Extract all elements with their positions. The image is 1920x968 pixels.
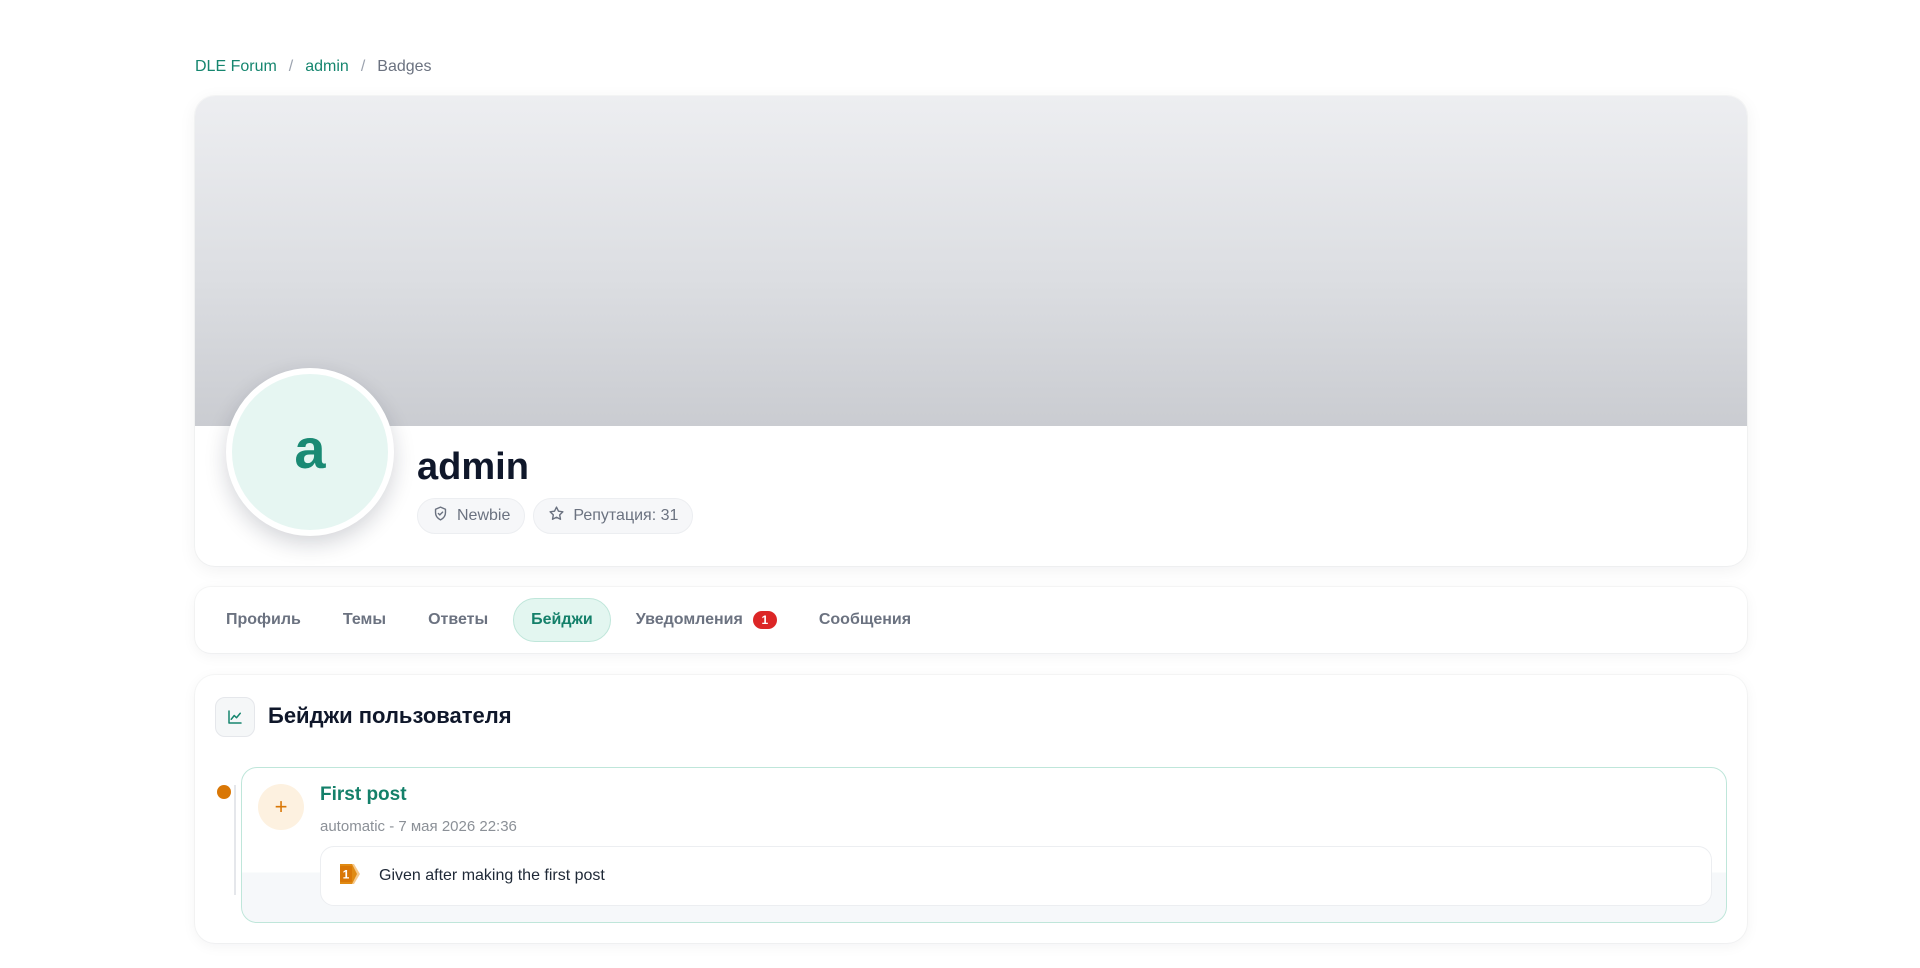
reputation-chip: Репутация: 31 <box>533 498 694 534</box>
avatar[interactable]: a <box>226 368 394 536</box>
tab-label: Темы <box>342 611 387 628</box>
breadcrumb-separator: / <box>360 58 366 75</box>
username: admin <box>417 446 529 488</box>
rank-label: Newbie <box>457 507 511 524</box>
profile-tabs: Профиль Темы Ответы Бейджи Уведомления 1… <box>195 587 1747 653</box>
breadcrumb-current: Badges <box>377 58 432 75</box>
tab-badges[interactable]: Бейджи <box>513 598 611 642</box>
timeline-line <box>234 785 236 895</box>
badge-meta: automatic - 7 мая 2026 22:36 <box>320 818 517 835</box>
profile-card: a admin Newbie Репутация: 31 <box>195 96 1747 566</box>
tab-label: Профиль <box>226 611 301 628</box>
section-title: Бейджи пользователя <box>268 703 512 728</box>
tab-label: Уведомления <box>635 611 743 628</box>
profile-chips: Newbie Репутация: 31 <box>417 498 694 534</box>
rank-chip: Newbie <box>417 498 526 534</box>
tab-replies[interactable]: Ответы <box>411 598 505 642</box>
profile-cover <box>195 96 1747 426</box>
badges-section: Бейджи пользователя + First post automat… <box>195 675 1747 943</box>
tab-label: Бейджи <box>531 611 593 628</box>
breadcrumb: DLE Forum / admin / Badges <box>195 58 432 76</box>
numbered-badge-icon: 1 <box>337 861 363 892</box>
badge-icon-number: 1 <box>343 867 350 881</box>
star-icon <box>548 505 565 527</box>
tab-label: Сообщения <box>818 611 912 628</box>
tab-topics[interactable]: Темы <box>326 598 403 642</box>
badge-description: Given after making the first post <box>379 867 605 884</box>
reputation-label: Репутация: 31 <box>573 507 679 524</box>
tab-profile[interactable]: Профиль <box>209 598 318 642</box>
chart-line-icon <box>215 697 255 737</box>
badge-name: First post <box>320 784 407 805</box>
tab-label: Ответы <box>428 611 489 628</box>
tab-notifications[interactable]: Уведомления 1 <box>619 598 794 642</box>
badge-description-box: 1 Given after making the first post <box>320 846 1712 906</box>
timeline-dot <box>217 785 231 799</box>
badge-item: + First post automatic - 7 мая 2026 22:3… <box>241 767 1727 923</box>
plus-icon[interactable]: + <box>258 784 304 830</box>
breadcrumb-link-user[interactable]: admin <box>305 58 349 76</box>
breadcrumb-separator: / <box>288 58 294 75</box>
notification-count-badge: 1 <box>752 611 777 629</box>
shield-check-icon <box>432 505 449 527</box>
tab-messages[interactable]: Сообщения <box>802 598 928 642</box>
breadcrumb-link-forum[interactable]: DLE Forum <box>195 58 277 76</box>
avatar-letter: a <box>294 417 326 480</box>
